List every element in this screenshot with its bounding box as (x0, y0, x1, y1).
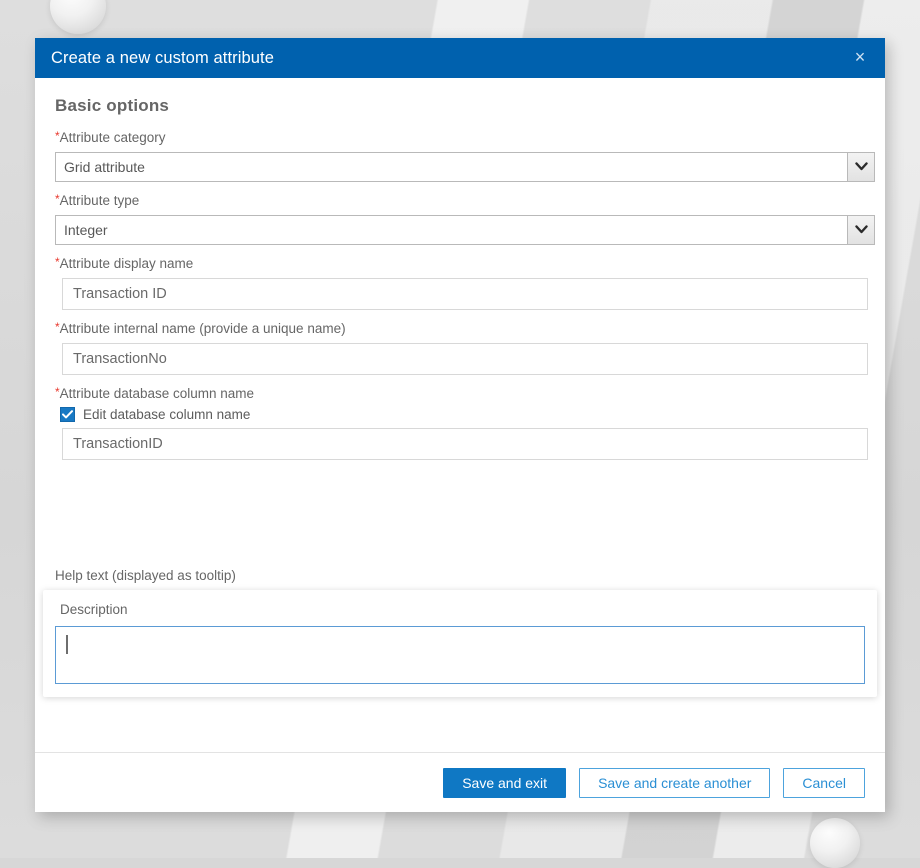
label-attribute-type: *Attribute type (55, 193, 865, 210)
decorative-orb-bottom (810, 818, 860, 868)
input-attribute-database-column-name[interactable]: TransactionID (62, 428, 868, 460)
label-text: Attribute display name (60, 256, 194, 271)
label-text: Attribute type (60, 193, 140, 208)
chevron-down-icon[interactable] (847, 216, 874, 244)
field-attribute-internal-name: *Attribute internal name (provide a uniq… (55, 321, 865, 375)
field-attribute-category: *Attribute category Grid attribute (55, 130, 865, 182)
checkbox-row-edit-database-column-name[interactable]: Edit database column name (60, 407, 865, 422)
create-custom-attribute-dialog: Create a new custom attribute × Basic op… (35, 38, 885, 812)
label-attribute-category: *Attribute category (55, 130, 865, 147)
field-attribute-type: *Attribute type Integer (55, 193, 865, 245)
chevron-down-icon[interactable] (847, 153, 874, 181)
label-attribute-database-column-name: *Attribute database column name (55, 386, 865, 403)
dialog-title: Create a new custom attribute (51, 49, 274, 68)
select-attribute-category-value: Grid attribute (56, 159, 847, 175)
input-attribute-display-name[interactable]: Transaction ID (62, 278, 868, 310)
section-heading: Basic options (55, 96, 865, 116)
decorative-orb-top (50, 0, 106, 34)
label-text: Attribute database column name (60, 386, 254, 401)
label-description: Description (60, 602, 865, 619)
dialog-body: Basic options *Attribute category Grid a… (35, 78, 885, 645)
textarea-description[interactable] (55, 626, 865, 684)
dialog-footer: Save and exit Save and create another Ca… (35, 752, 885, 812)
select-attribute-type[interactable]: Integer (55, 215, 875, 245)
save-and-create-another-button[interactable]: Save and create another (579, 768, 770, 798)
select-attribute-type-value: Integer (56, 222, 847, 238)
cancel-button[interactable]: Cancel (783, 768, 865, 798)
label-attribute-internal-name: *Attribute internal name (provide a uniq… (55, 321, 865, 338)
save-and-exit-button[interactable]: Save and exit (443, 768, 566, 798)
close-icon[interactable]: × (849, 47, 871, 69)
text-cursor-caret (66, 635, 68, 654)
label-attribute-display-name: *Attribute display name (55, 256, 865, 273)
label-text: Attribute category (60, 130, 166, 145)
label-help-text: Help text (displayed as tooltip) (55, 568, 865, 585)
input-attribute-internal-name[interactable]: TransactionNo (62, 343, 868, 375)
select-attribute-category[interactable]: Grid attribute (55, 152, 875, 182)
checkbox-label-edit-database-column-name: Edit database column name (83, 407, 250, 422)
dialog-header: Create a new custom attribute × (35, 38, 885, 78)
field-attribute-display-name: *Attribute display name Transaction ID (55, 256, 865, 310)
checkmark-icon[interactable] (60, 407, 75, 422)
field-attribute-database-column-name: *Attribute database column name Edit dat… (55, 386, 865, 461)
field-description: Description (43, 590, 877, 697)
label-text: Attribute internal name (provide a uniqu… (60, 321, 346, 336)
